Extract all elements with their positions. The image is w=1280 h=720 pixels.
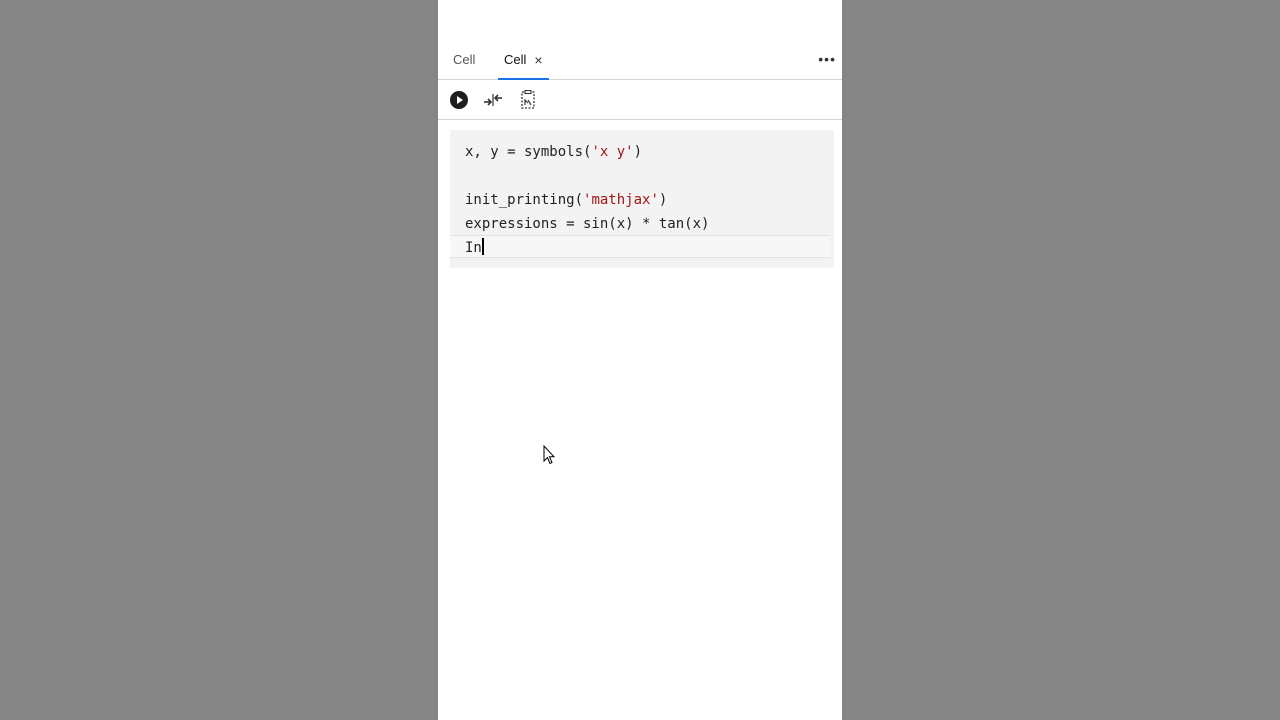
tab-bar: Cell Cell × ••• — [438, 40, 842, 80]
copy-cell-button[interactable] — [518, 90, 538, 110]
tab-cell-2-active[interactable]: Cell × — [498, 40, 549, 80]
code-line-4: expressions = sin(x) * tan(x) — [465, 216, 710, 232]
close-icon[interactable]: × — [534, 53, 542, 67]
code-text: ) — [633, 144, 643, 160]
mouse-pointer-icon — [543, 445, 555, 465]
code-string: 'mathjax' — [583, 192, 659, 208]
code-line-2-blank — [465, 164, 709, 188]
code-line-5: In — [465, 236, 709, 260]
code-string: 'x y' — [591, 144, 634, 160]
code-line-1: x, y = symbols('x y') — [465, 140, 709, 164]
tab-label: Cell — [504, 52, 527, 67]
copy-to-clipboard-icon — [521, 90, 535, 109]
code-text: init_printing( — [465, 192, 584, 208]
tab-label: Cell — [453, 52, 476, 67]
merge-cells-button[interactable] — [483, 90, 503, 110]
code-text: x, y = symbols( — [465, 144, 592, 160]
tab-cell-1[interactable]: Cell — [453, 40, 475, 79]
code-text: ) — [658, 192, 668, 208]
code-editor[interactable]: x, y = symbols('x y') init_printing('mat… — [465, 140, 709, 260]
notebook-panel: Cell Cell × ••• x, y = symbols('x y') in… — [438, 0, 842, 720]
cell-toolbar — [438, 80, 842, 120]
code-line-3: init_printing('mathjax') — [465, 188, 709, 212]
text-caret — [481, 238, 484, 255]
code-text: In — [465, 240, 482, 256]
merge-icon — [484, 94, 502, 106]
code-cell[interactable]: x, y = symbols('x y') init_printing('mat… — [450, 130, 834, 268]
run-cell-button[interactable] — [449, 90, 469, 110]
run-icon — [450, 91, 468, 109]
more-options-icon[interactable]: ••• — [818, 51, 836, 67]
